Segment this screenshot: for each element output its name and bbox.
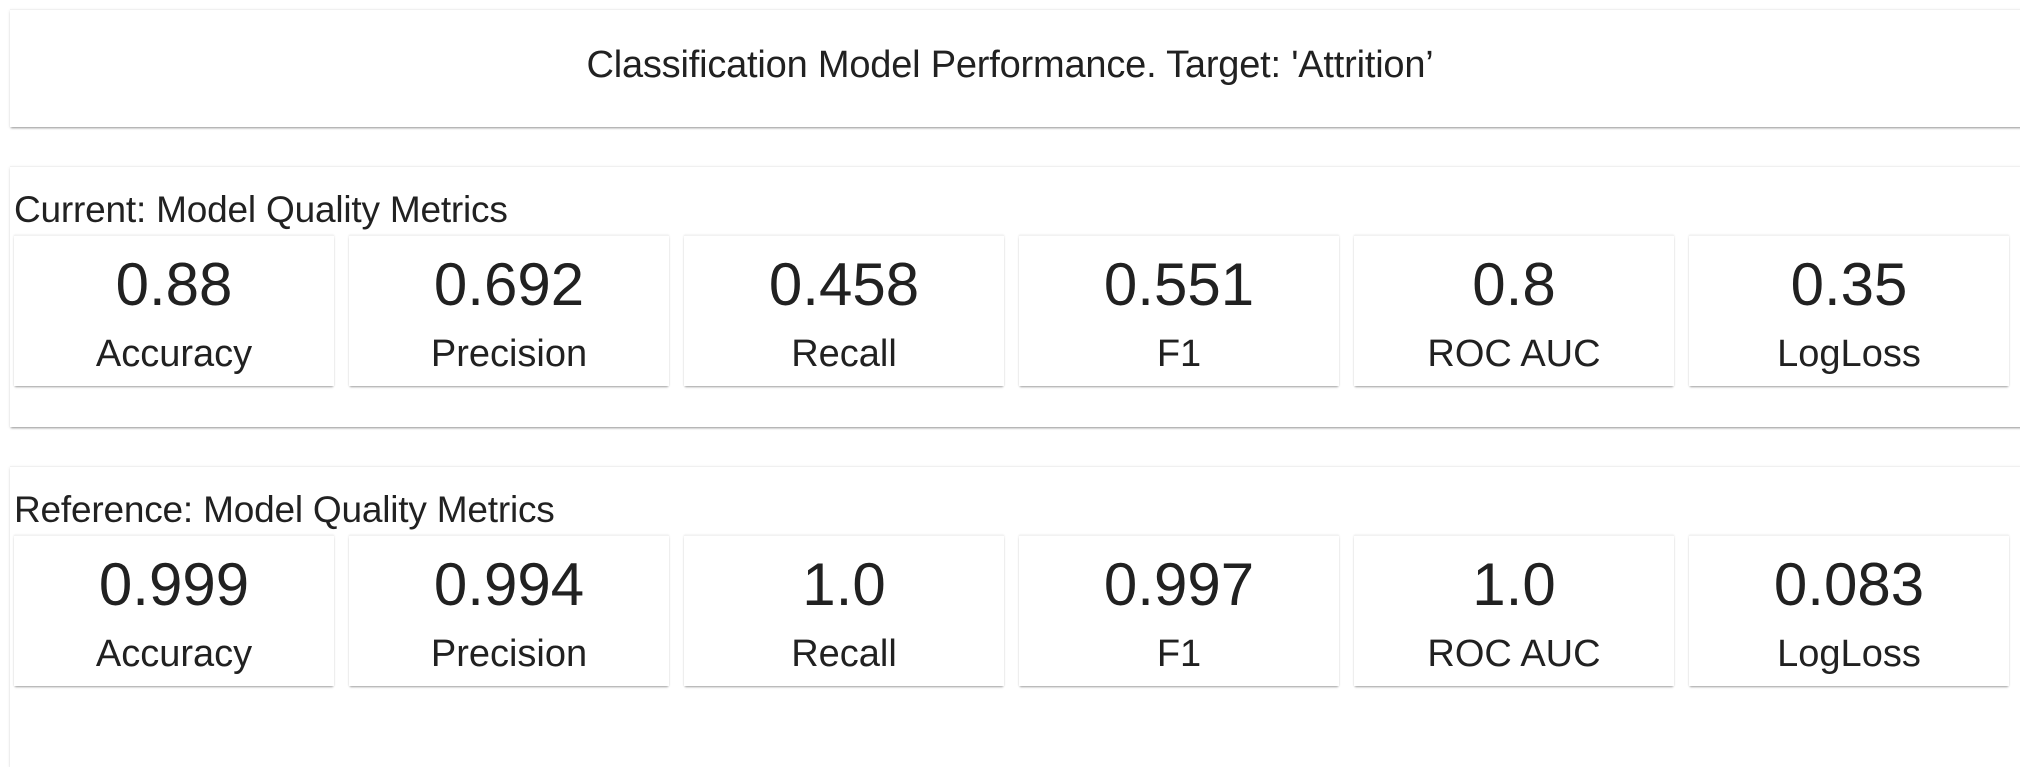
current-metric-cards: 0.88 Accuracy 0.692 Precision 0.458 Reca…	[14, 235, 2009, 386]
page-title: Classification Model Performance. Target…	[586, 44, 1434, 86]
metric-value: 0.8	[1472, 251, 1556, 318]
metric-label: Recall	[791, 333, 897, 375]
metric-card-accuracy: 0.88 Accuracy	[14, 235, 334, 386]
metric-card-precision: 0.994 Precision	[349, 535, 669, 686]
current-section-title: Current: Model Quality Metrics	[14, 189, 508, 230]
metric-label: ROC AUC	[1427, 333, 1601, 375]
current-metrics-panel: Current: Model Quality Metrics 0.88 Accu…	[10, 166, 2020, 427]
metric-card-roc-auc: 0.8 ROC AUC	[1354, 235, 1674, 386]
metric-label: Recall	[791, 633, 897, 675]
reference-metrics-panel: Reference: Model Quality Metrics 0.999 A…	[10, 466, 2020, 767]
metric-card-f1: 0.997 F1	[1019, 535, 1339, 686]
metric-value: 0.458	[768, 251, 920, 318]
metric-label: LogLoss	[1777, 333, 1921, 375]
metric-label: F1	[1156, 633, 1202, 675]
metric-value: 0.997	[1103, 551, 1255, 618]
metric-card-recall: 1.0 Recall	[684, 535, 1004, 686]
metric-card-logloss: 0.083 LogLoss	[1689, 535, 2009, 686]
metric-label: Precision	[430, 633, 588, 675]
header-panel: Classification Model Performance. Target…	[10, 9, 2020, 127]
metric-card-logloss: 0.35 LogLoss	[1689, 235, 2009, 386]
metric-value: 0.994	[433, 551, 585, 618]
metric-card-recall: 0.458 Recall	[684, 235, 1004, 386]
metric-value: 0.88	[115, 251, 233, 318]
metric-card-accuracy: 0.999 Accuracy	[14, 535, 334, 686]
metric-label: Precision	[430, 333, 588, 375]
metric-label: F1	[1156, 333, 1202, 375]
reference-section-title: Reference: Model Quality Metrics	[14, 489, 555, 530]
metric-label: Accuracy	[95, 633, 253, 675]
metric-value: 1.0	[1472, 551, 1556, 618]
metric-value: 0.692	[433, 251, 585, 318]
metric-card-roc-auc: 1.0 ROC AUC	[1354, 535, 1674, 686]
metric-label: Accuracy	[95, 333, 253, 375]
metric-label: ROC AUC	[1427, 633, 1601, 675]
metric-label: LogLoss	[1777, 633, 1921, 675]
metric-value: 0.999	[98, 551, 250, 618]
metric-value: 1.0	[802, 551, 886, 618]
metric-card-f1: 0.551 F1	[1019, 235, 1339, 386]
reference-metric-cards: 0.999 Accuracy 0.994 Precision 1.0 Recal…	[14, 535, 2009, 686]
metric-value: 0.551	[1103, 251, 1255, 318]
metric-card-precision: 0.692 Precision	[349, 235, 669, 386]
metric-value: 0.35	[1790, 251, 1908, 318]
metric-value: 0.083	[1773, 551, 1925, 618]
